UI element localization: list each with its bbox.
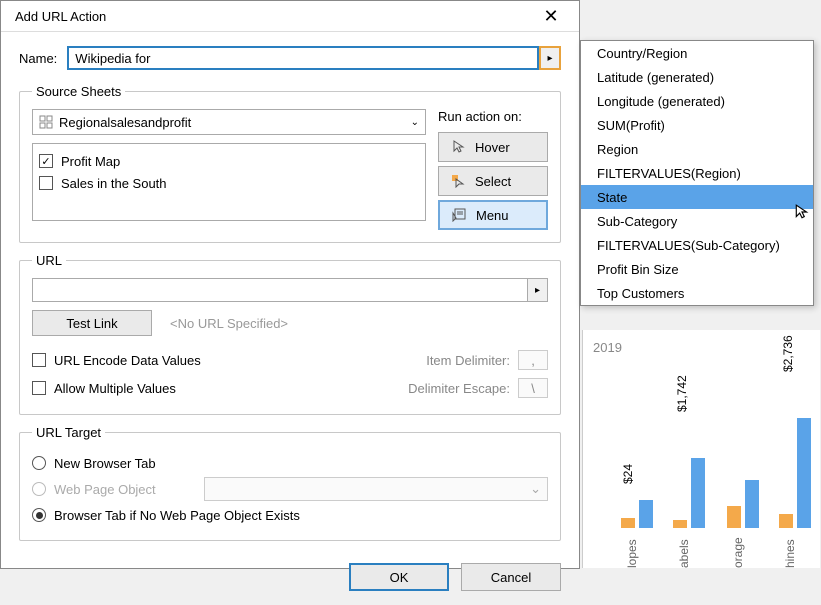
url-target-fieldset: URL Target New Browser Tab Web Page Obje… [19, 425, 561, 541]
ok-button[interactable]: OK [349, 563, 449, 591]
target-browser-tab-row[interactable]: Browser Tab if No Web Page Object Exists [32, 502, 548, 528]
item-delimiter-label: Item Delimiter: [426, 353, 510, 368]
close-button[interactable]: ✕ [531, 1, 571, 31]
dropdown-item[interactable]: FILTERVALUES(Region) [581, 161, 813, 185]
target-new-tab-row[interactable]: New Browser Tab [32, 450, 548, 476]
test-link-button[interactable]: Test Link [32, 310, 152, 336]
checkbox-icon[interactable] [32, 353, 46, 367]
add-url-action-dialog: Add URL Action ✕ Name: Source Sheets Reg… [0, 0, 580, 569]
sheet-list: ✓ Profit Map Sales in the South [32, 143, 426, 221]
radio-selected-icon[interactable] [32, 508, 46, 522]
checkbox-icon[interactable] [39, 176, 53, 190]
dropdown-item[interactable]: State [581, 185, 813, 209]
name-label: Name: [19, 51, 57, 66]
field-dropdown-menu: Country/RegionLatitude (generated)Longit… [580, 40, 814, 306]
checkbox-icon[interactable] [32, 381, 46, 395]
sheet-item[interactable]: ✓ Profit Map [39, 150, 419, 172]
delimiter-escape-label: Delimiter Escape: [408, 381, 510, 396]
radio-icon [32, 482, 46, 496]
dropdown-item[interactable]: Latitude (generated) [581, 65, 813, 89]
menu-button[interactable]: Menu [438, 200, 548, 230]
datasource-combo[interactable]: Regionalsalesandprofit ⌄ [32, 109, 426, 135]
delimiter-escape-input[interactable] [518, 378, 548, 398]
select-icon [451, 174, 465, 188]
item-delimiter-input[interactable] [518, 350, 548, 370]
cancel-button[interactable]: Cancel [461, 563, 561, 591]
menu-icon [452, 208, 466, 222]
dropdown-item[interactable]: Top Customers [581, 281, 813, 305]
url-encode-label: URL Encode Data Values [54, 353, 201, 368]
dropdown-item[interactable]: Region [581, 137, 813, 161]
dropdown-item[interactable]: Sub-Category [581, 209, 813, 233]
cursor-icon [451, 140, 465, 154]
chevron-down-icon: ⌄ [411, 117, 419, 128]
dropdown-item[interactable]: SUM(Profit) [581, 113, 813, 137]
target-wpo-row: Web Page Object [32, 476, 548, 502]
dropdown-item[interactable]: FILTERVALUES(Sub-Category) [581, 233, 813, 257]
dropdown-item[interactable]: Longitude (generated) [581, 89, 813, 113]
url-target-legend: URL Target [32, 425, 105, 440]
wpo-combo [204, 477, 548, 501]
select-button[interactable]: Select [438, 166, 548, 196]
sheet-label: Profit Map [61, 154, 120, 169]
background-chart: 2019 $24 $1,742 $2,736 lopes abels orage… [582, 330, 820, 568]
allow-multiple-label: Allow Multiple Values [54, 381, 176, 396]
no-url-text: <No URL Specified> [170, 316, 288, 331]
hover-button[interactable]: Hover [438, 132, 548, 162]
source-sheets-fieldset: Source Sheets Regionalsalesandprofit ⌄ ✓… [19, 84, 561, 243]
datasource-icon [39, 115, 53, 129]
sheet-item[interactable]: Sales in the South [39, 172, 419, 194]
datasource-label: Regionalsalesandprofit [59, 115, 405, 130]
radio-icon[interactable] [32, 456, 46, 470]
run-action-label: Run action on: [438, 109, 548, 124]
url-input[interactable] [32, 278, 528, 302]
dialog-title: Add URL Action [15, 9, 106, 24]
dropdown-item[interactable]: Country/Region [581, 41, 813, 65]
source-sheets-legend: Source Sheets [32, 84, 125, 99]
name-field-arrow-button[interactable] [539, 46, 561, 70]
url-fieldset: URL Test Link <No URL Specified> URL Enc… [19, 253, 561, 415]
sheet-label: Sales in the South [61, 176, 167, 191]
url-field-arrow-button[interactable] [528, 278, 548, 302]
checkbox-checked-icon[interactable]: ✓ [39, 154, 53, 168]
titlebar: Add URL Action ✕ [1, 1, 579, 32]
url-legend: URL [32, 253, 66, 268]
name-input[interactable] [67, 46, 539, 70]
dropdown-item[interactable]: Profit Bin Size [581, 257, 813, 281]
chart-year: 2019 [593, 340, 622, 355]
